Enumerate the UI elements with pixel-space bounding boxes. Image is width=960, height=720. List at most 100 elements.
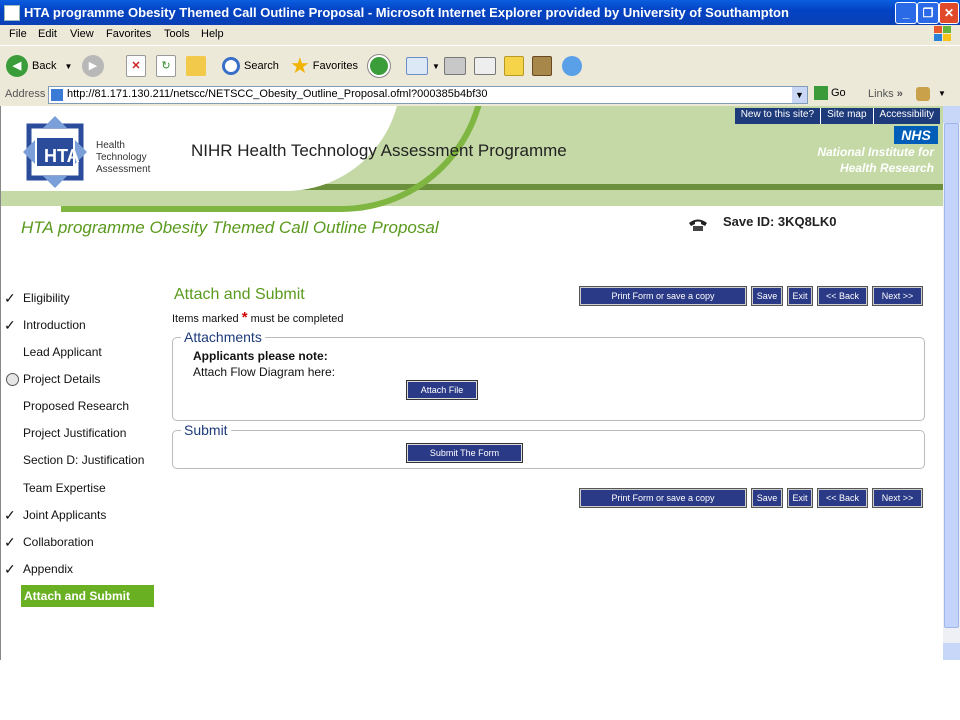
nav-section-d-justification[interactable]: Section D: Justification	[4, 451, 154, 471]
forward-button[interactable]: ▶	[82, 52, 108, 80]
nav-label: Introduction	[23, 318, 86, 332]
nav-label: Project Details	[23, 372, 101, 386]
menu-file[interactable]: File	[9, 28, 27, 40]
mail-button[interactable]: ▼	[406, 52, 440, 80]
print-form-button-bottom[interactable]: Print Form or save a copy	[579, 488, 747, 508]
link-site-map[interactable]: Site map	[820, 108, 872, 124]
maximize-button[interactable]: ❐	[917, 2, 939, 24]
toolbar: ◀ Back ▼ ▶ ✕ ↻ Search ★ Favorites ▼	[0, 45, 960, 87]
toolbar-extension-icon[interactable]	[916, 87, 930, 101]
nav-project-justification[interactable]: Project Justification	[4, 424, 154, 444]
ie-icon	[4, 5, 20, 21]
save-id: Save ID: 3KQ8LK0	[723, 214, 837, 229]
submit-legend: Submit	[181, 422, 231, 438]
nav-label: Project Justification	[23, 426, 127, 440]
edit-button[interactable]	[474, 52, 500, 80]
stop-button[interactable]: ✕	[126, 52, 150, 80]
save-button[interactable]: Save	[751, 286, 783, 306]
discuss-button[interactable]	[504, 52, 528, 80]
address-input[interactable]: http://81.171.130.211/netscc/NETSCC_Obes…	[48, 86, 808, 104]
attach-file-button[interactable]: Attach File	[406, 380, 478, 400]
nav-joint-applicants[interactable]: ✓ Joint Applicants	[4, 506, 154, 526]
check-icon: ✓	[4, 290, 16, 306]
history-icon	[367, 54, 391, 78]
back-page-button-bottom[interactable]: << Back	[817, 488, 868, 508]
research-icon	[532, 56, 552, 76]
menu-help[interactable]: Help	[201, 28, 224, 40]
go-arrow-icon	[814, 86, 828, 100]
nav-appendix[interactable]: ✓ Appendix	[4, 560, 154, 580]
search-button[interactable]: Search	[222, 52, 279, 80]
menu-view[interactable]: View	[70, 28, 94, 40]
top-links: New to this site? Site map Accessibility	[734, 108, 940, 124]
refresh-icon: ↻	[156, 55, 176, 77]
refresh-button[interactable]: ↻	[156, 52, 180, 80]
required-prefix: Items marked	[172, 313, 239, 325]
links-label: Links	[868, 88, 894, 100]
vertical-scrollbar[interactable]	[943, 106, 960, 660]
nav-label: Attach and Submit	[24, 589, 131, 603]
nav-label: Team Expertise	[23, 481, 106, 495]
title-bar[interactable]: HTA programme Obesity Themed Call Outlin…	[0, 0, 960, 25]
next-page-button-bottom[interactable]: Next >>	[872, 488, 923, 508]
minimize-button[interactable]: _	[895, 2, 917, 24]
scroll-thumb[interactable]	[944, 123, 959, 628]
back-button[interactable]: ◀ Back ▼	[6, 52, 72, 80]
extension-dropdown-icon[interactable]: ▼	[938, 89, 946, 98]
history-button[interactable]	[367, 52, 394, 80]
nav-label: Appendix	[23, 562, 74, 576]
scroll-down-arrow-icon[interactable]	[943, 643, 960, 660]
next-page-button[interactable]: Next >>	[872, 286, 923, 306]
close-button[interactable]: ✕	[939, 2, 959, 24]
nav-introduction[interactable]: ✓ Introduction	[4, 316, 154, 336]
nav-label: Collaboration	[23, 535, 94, 549]
nav-lead-applicant[interactable]: Lead Applicant	[4, 343, 154, 363]
nav-proposed-research[interactable]: Proposed Research	[4, 397, 154, 417]
menu-edit[interactable]: Edit	[38, 28, 57, 40]
exit-button[interactable]: Exit	[787, 286, 813, 306]
print-form-button[interactable]: Print Form or save a copy	[579, 286, 747, 306]
nav-eligibility[interactable]: ✓ Eligibility	[4, 289, 154, 309]
menu-favorites[interactable]: Favorites	[106, 28, 151, 40]
link-new-to-site[interactable]: New to this site?	[735, 108, 820, 124]
nihr-line: Health Research	[839, 161, 934, 175]
favorites-button[interactable]: ★ Favorites	[290, 52, 358, 80]
scroll-up-arrow-icon[interactable]	[943, 106, 960, 123]
hta-logo-text: HTA	[44, 146, 80, 166]
link-accessibility[interactable]: Accessibility	[872, 108, 940, 124]
go-button[interactable]: Go	[814, 86, 846, 100]
menu-bar: File Edit View Favorites Tools Help	[0, 25, 960, 45]
nav-label: Lead Applicant	[23, 345, 102, 359]
save-button-bottom[interactable]: Save	[751, 488, 783, 508]
note-icon	[504, 56, 524, 76]
nav-attach-and-submit[interactable]: Attach and Submit	[21, 585, 154, 607]
stop-icon: ✕	[126, 55, 146, 77]
address-url: http://81.171.130.211/netscc/NETSCC_Obes…	[67, 88, 488, 100]
nav-team-expertise[interactable]: Team Expertise	[4, 479, 154, 499]
nihr-logo-text: National Institute for Health Research	[817, 144, 934, 176]
printer-icon	[444, 57, 466, 75]
section-title: Attach and Submit	[174, 286, 305, 303]
mail-dropdown-icon[interactable]: ▼	[432, 62, 440, 71]
print-button[interactable]	[444, 52, 470, 80]
nav-collaboration[interactable]: ✓ Collaboration	[4, 533, 154, 553]
nhs-logo: NHS	[894, 126, 938, 144]
menu-tools[interactable]: Tools	[164, 28, 190, 40]
nav-project-details[interactable]: Project Details	[4, 370, 154, 390]
links-toolbar[interactable]: Links »	[868, 88, 903, 100]
exit-button-bottom[interactable]: Exit	[787, 488, 813, 508]
required-note: Items marked * must be completed	[172, 309, 344, 326]
edit-icon	[474, 57, 496, 75]
back-page-button[interactable]: << Back	[817, 286, 868, 306]
submit-form-button[interactable]: Submit The Form	[406, 443, 523, 463]
site-banner: HTA Health Technology Assessment NIHR He…	[1, 106, 944, 212]
windows-logo-icon	[934, 26, 951, 41]
messenger-button[interactable]	[562, 52, 586, 80]
back-dropdown-icon[interactable]: ▼	[64, 62, 72, 71]
messenger-icon	[562, 56, 582, 76]
research-button[interactable]	[532, 52, 556, 80]
home-button[interactable]	[186, 52, 210, 80]
search-label: Search	[244, 60, 279, 72]
address-dropdown-icon[interactable]: ▼	[792, 87, 807, 103]
forward-arrow-icon: ▶	[82, 55, 104, 77]
